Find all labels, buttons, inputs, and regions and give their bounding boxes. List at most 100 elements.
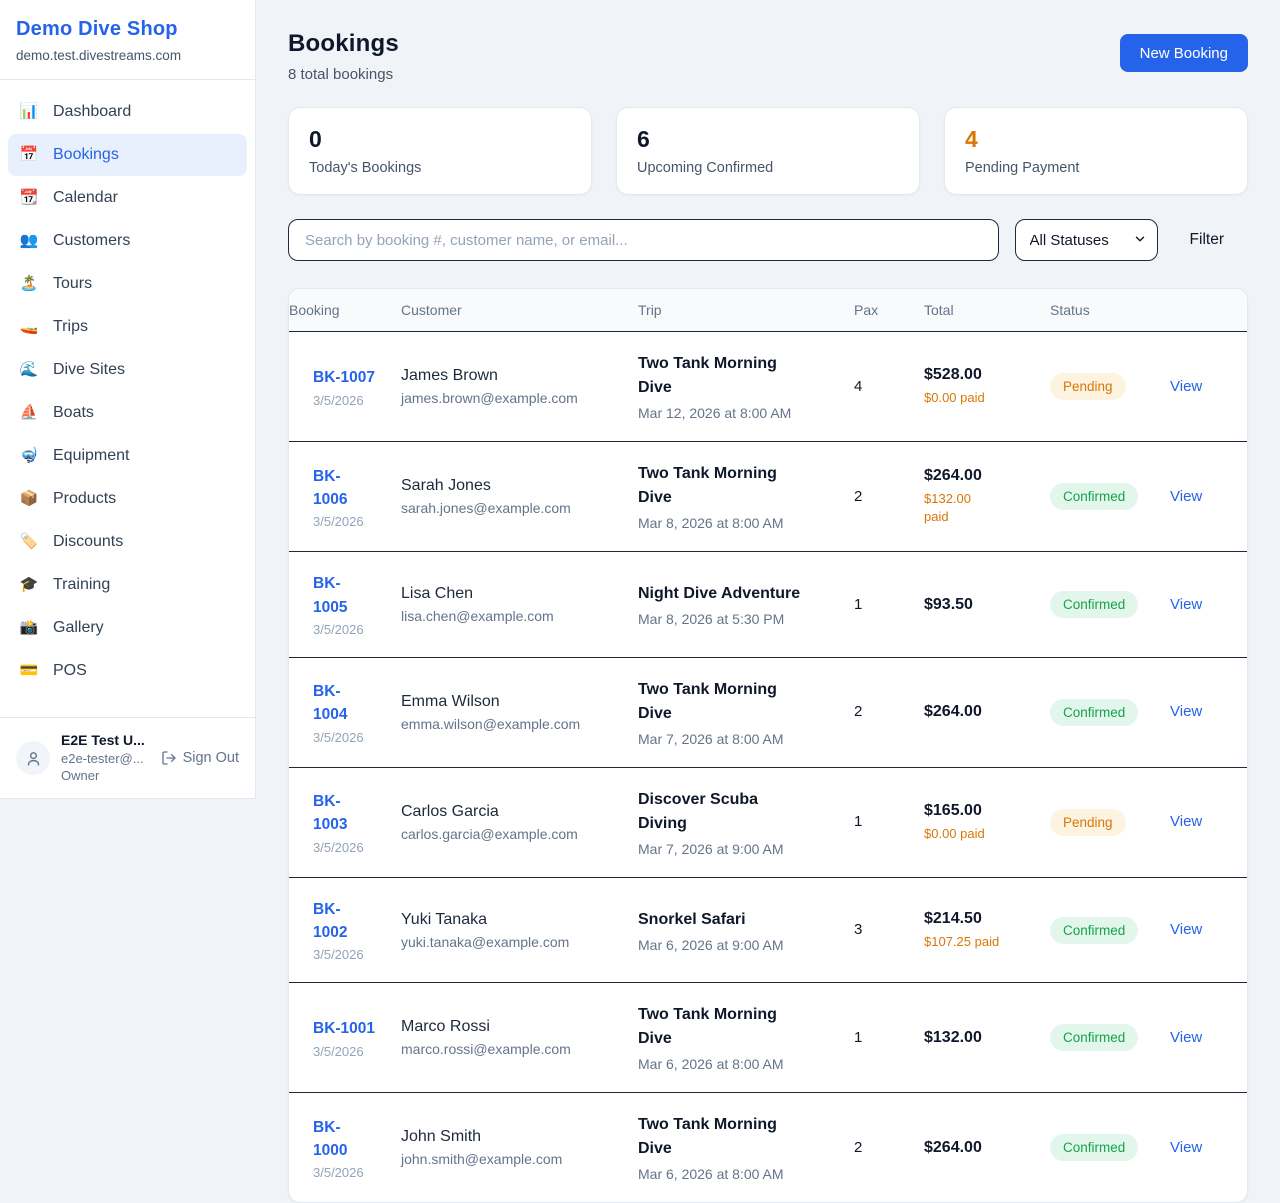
table-row: BK- 1002 3/5/2026 Yuki Tanaka yuki.tanak… xyxy=(289,877,1247,983)
sidebar-item-dashboard[interactable]: 📊 Dashboard xyxy=(8,91,247,133)
trip-time: Mar 6, 2026 at 8:00 AM xyxy=(638,1166,846,1182)
table-row: BK- 1000 3/5/2026 John Smith john.smith@… xyxy=(289,1093,1247,1203)
tear-off-calendar-icon: 📆 xyxy=(18,187,40,209)
bar-chart-icon: 📊 xyxy=(18,101,40,123)
trip-time: Mar 8, 2026 at 5:30 PM xyxy=(638,611,846,627)
sign-out-button[interactable]: Sign Out xyxy=(161,750,239,766)
column-header xyxy=(1170,289,1247,332)
booking-id-link[interactable]: BK- 1002 xyxy=(313,898,393,945)
table-row: BK-1007 3/5/2026 James Brown james.brown… xyxy=(289,332,1247,442)
customer-name: Marco Rossi xyxy=(401,1018,630,1036)
sidebar-item-equipment[interactable]: 🤿 Equipment xyxy=(8,435,247,477)
main-content: Bookings 8 total bookings New Booking 0 … xyxy=(256,0,1280,1203)
trip-time: Mar 7, 2026 at 8:00 AM xyxy=(638,731,846,747)
page-title: Bookings xyxy=(288,30,399,58)
sidebar-item-label: Equipment xyxy=(53,445,130,467)
pax-count: 4 xyxy=(854,378,862,395)
view-link[interactable]: View xyxy=(1170,703,1202,720)
sidebar-item-discounts[interactable]: 🏷️ Discounts xyxy=(8,521,247,563)
status-badge: Confirmed xyxy=(1050,1134,1138,1161)
trip-name: Two Tank Morning Dive xyxy=(638,352,846,400)
sign-out-label: Sign Out xyxy=(183,750,239,766)
total-amount: $132.00 xyxy=(924,1029,1042,1047)
booking-date: 3/5/2026 xyxy=(313,514,393,529)
people-icon: 👥 xyxy=(18,230,40,252)
search-input[interactable] xyxy=(288,219,999,261)
total-amount: $214.50 xyxy=(924,910,1042,928)
table-row: BK-1001 3/5/2026 Marco Rossi marco.rossi… xyxy=(289,983,1247,1093)
status-select-wrap: All Statuses xyxy=(1015,219,1158,261)
booking-id-link[interactable]: BK- 1003 xyxy=(313,790,393,837)
booking-id-link[interactable]: BK- 1004 xyxy=(313,680,393,727)
sidebar-item-label: Trips xyxy=(53,316,88,338)
booking-id-link[interactable]: BK- 1000 xyxy=(313,1116,393,1163)
filter-button[interactable]: Filter xyxy=(1174,231,1248,249)
trip-time: Mar 12, 2026 at 8:00 AM xyxy=(638,405,846,421)
label-tag-icon: 🏷️ xyxy=(18,531,40,553)
logout-icon xyxy=(161,750,177,766)
trip-name: Night Dive Adventure xyxy=(638,582,846,606)
column-header: Trip xyxy=(638,289,854,332)
sidebar-item-trips[interactable]: 🚤 Trips xyxy=(8,306,247,348)
bookings-table: BookingCustomerTripPaxTotalStatus BK-100… xyxy=(289,289,1247,1202)
package-icon: 📦 xyxy=(18,488,40,510)
sidebar-item-training[interactable]: 🎓 Training xyxy=(8,564,247,606)
trip-time: Mar 8, 2026 at 8:00 AM xyxy=(638,515,846,531)
view-link[interactable]: View xyxy=(1170,1029,1202,1046)
sidebar-item-calendar[interactable]: 📆 Calendar xyxy=(8,177,247,219)
stat-card: 6 Upcoming Confirmed xyxy=(616,107,920,195)
status-select[interactable]: All Statuses xyxy=(1015,219,1158,261)
table-body: BK-1007 3/5/2026 James Brown james.brown… xyxy=(289,332,1247,1203)
paid-amount: $107.25 paid xyxy=(924,933,1042,951)
booking-date: 3/5/2026 xyxy=(313,947,393,962)
sidebar-item-customers[interactable]: 👥 Customers xyxy=(8,220,247,262)
status-badge: Confirmed xyxy=(1050,483,1138,510)
pax-count: 1 xyxy=(854,1029,862,1046)
paid-amount: $0.00 paid xyxy=(924,825,1042,843)
sidebar-item-products[interactable]: 📦 Products xyxy=(8,478,247,520)
booking-id-link[interactable]: BK- 1005 xyxy=(313,572,393,619)
wave-icon: 🌊 xyxy=(18,359,40,381)
paid-amount: $0.00 paid xyxy=(924,389,1042,407)
shop-domain: demo.test.divestreams.com xyxy=(16,48,239,63)
stat-label: Upcoming Confirmed xyxy=(637,160,899,176)
view-link[interactable]: View xyxy=(1170,596,1202,613)
view-link[interactable]: View xyxy=(1170,488,1202,505)
customer-email: john.smith@example.com xyxy=(401,1151,630,1167)
person-icon xyxy=(25,750,42,767)
customer-name: John Smith xyxy=(401,1128,630,1146)
sidebar-item-dive-sites[interactable]: 🌊 Dive Sites xyxy=(8,349,247,391)
sidebar-item-bookings[interactable]: 📅 Bookings xyxy=(8,134,247,176)
sidebar-item-label: Calendar xyxy=(53,187,118,209)
total-amount: $264.00 xyxy=(924,467,1042,485)
customer-name: Yuki Tanaka xyxy=(401,911,630,929)
view-link[interactable]: View xyxy=(1170,813,1202,830)
view-link[interactable]: View xyxy=(1170,921,1202,938)
booking-date: 3/5/2026 xyxy=(313,1044,393,1059)
status-badge: Pending xyxy=(1050,809,1126,836)
sidebar-item-pos[interactable]: 💳 POS xyxy=(8,650,247,692)
view-link[interactable]: View xyxy=(1170,1139,1202,1156)
view-link[interactable]: View xyxy=(1170,378,1202,395)
new-booking-button[interactable]: New Booking xyxy=(1120,34,1248,72)
booking-id-link[interactable]: BK- 1006 xyxy=(313,465,393,512)
user-meta: E2E Test U... e2e-tester@... Owner xyxy=(61,731,145,785)
booking-id-link[interactable]: BK-1001 xyxy=(313,1017,393,1040)
column-header: Customer xyxy=(401,289,638,332)
user-box: E2E Test U... e2e-tester@... Owner Sign … xyxy=(0,717,255,798)
status-badge: Confirmed xyxy=(1050,1024,1138,1051)
status-badge: Pending xyxy=(1050,373,1126,400)
pax-count: 1 xyxy=(854,596,862,613)
stat-value: 6 xyxy=(637,126,899,152)
booking-date: 3/5/2026 xyxy=(313,730,393,745)
sidebar-item-tours[interactable]: 🏝️ Tours xyxy=(8,263,247,305)
sidebar-item-label: POS xyxy=(53,660,87,682)
status-badge: Confirmed xyxy=(1050,699,1138,726)
booking-date: 3/5/2026 xyxy=(313,622,393,637)
sidebar-item-boats[interactable]: ⛵ Boats xyxy=(8,392,247,434)
booking-id-link[interactable]: BK-1007 xyxy=(313,366,393,389)
sidebar-item-gallery[interactable]: 📸 Gallery xyxy=(8,607,247,649)
total-amount: $165.00 xyxy=(924,802,1042,820)
speedboat-icon: 🚤 xyxy=(18,316,40,338)
column-header: Booking xyxy=(289,289,401,332)
